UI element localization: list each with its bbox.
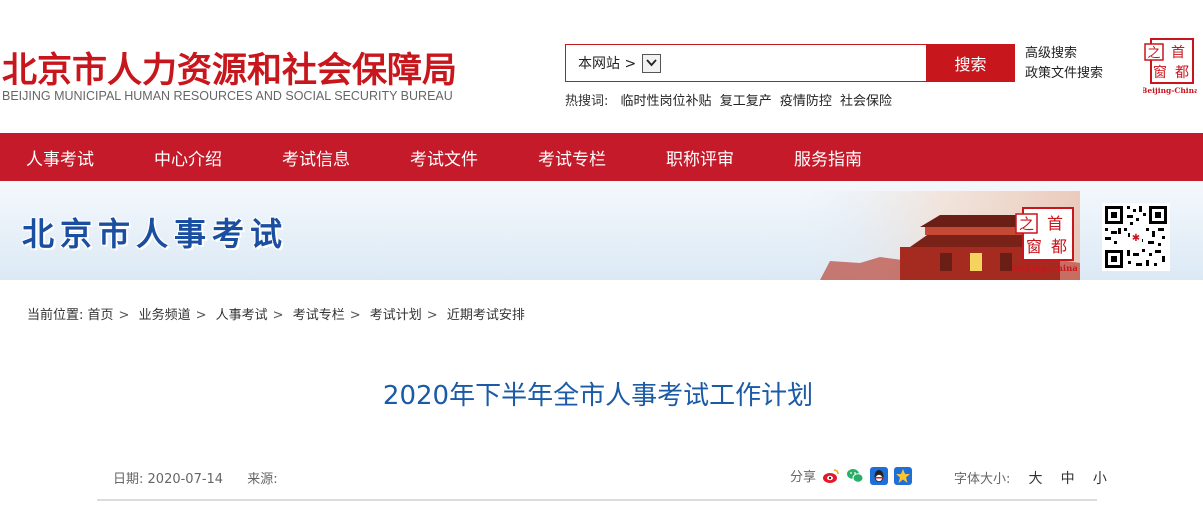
hot-search-term[interactable]: 社会保险 bbox=[840, 94, 892, 109]
breadcrumb-item[interactable]: 业务频道 bbox=[139, 308, 191, 323]
site-subtitle: BEIJING MUNICIPAL HUMAN RESOURCES AND SO… bbox=[2, 89, 453, 103]
article-meta: 日期: 2020-07-14 来源: bbox=[113, 468, 278, 487]
search-scope-label: 本网站 > bbox=[578, 56, 637, 72]
site-header: 北京市人力资源和社会保障局 BEIJING MUNICIPAL HUMAN RE… bbox=[0, 0, 1203, 133]
logo-char: 之 bbox=[1019, 215, 1034, 233]
qzone-icon[interactable] bbox=[894, 466, 913, 485]
capital-window-logo[interactable]: 之 首 窗 都 Beijing-China bbox=[1143, 38, 1197, 96]
font-size-large[interactable]: 大 bbox=[1029, 471, 1043, 487]
nav-item-exam-info[interactable]: 考试信息 bbox=[256, 133, 384, 181]
nav-item-service-guide[interactable]: 服务指南 bbox=[768, 133, 896, 181]
breadcrumb-item[interactable]: 考试计划 bbox=[370, 308, 422, 323]
nav-item-title-review[interactable]: 职称评审 bbox=[640, 133, 768, 181]
breadcrumb-item[interactable]: 考试专栏 bbox=[293, 308, 345, 323]
share-bar: 分享 bbox=[790, 466, 913, 485]
font-size-control: 字体大小: 大 中 小 bbox=[954, 468, 1107, 488]
banner: 北京市人事考试 之 首 窗 都 Beijing-China ✱ bbox=[0, 181, 1203, 280]
breadcrumb-separator: > bbox=[349, 308, 361, 323]
search-links: 高级搜索 政策文件搜索 bbox=[1025, 44, 1103, 84]
nav-item-exam-docs[interactable]: 考试文件 bbox=[384, 133, 512, 181]
hot-search-term[interactable]: 疫情防控 bbox=[780, 94, 832, 109]
qq-icon[interactable] bbox=[870, 466, 889, 485]
search-box: 本网站 > 搜索 bbox=[565, 44, 1015, 82]
logo-char: 之 bbox=[1147, 46, 1160, 61]
advanced-search-link[interactable]: 高级搜索 bbox=[1025, 44, 1103, 64]
font-size-medium[interactable]: 中 bbox=[1061, 471, 1075, 487]
qr-code-icon: ✱ bbox=[1102, 203, 1170, 271]
breadcrumb-label: 当前位置: bbox=[27, 308, 84, 323]
banner-title: 北京市人事考试 bbox=[22, 215, 289, 253]
breadcrumb-item[interactable]: 人事考试 bbox=[216, 308, 268, 323]
breadcrumb-separator: > bbox=[426, 308, 438, 323]
logo-caption: Beijing-China bbox=[1013, 264, 1077, 274]
logo-char: 窗 bbox=[1153, 64, 1167, 81]
logo-char: 都 bbox=[1175, 65, 1189, 81]
hot-search-term[interactable]: 复工复产 bbox=[720, 94, 772, 109]
svg-text:✱: ✱ bbox=[1132, 233, 1140, 244]
main-nav: 人事考试 中心介绍 考试信息 考试文件 考试专栏 职称评审 服务指南 bbox=[0, 133, 1203, 181]
breadcrumb-item[interactable]: 近期考试安排 bbox=[447, 308, 525, 323]
hot-search: 热搜词: 临时性岗位补贴 复工复产 疫情防控 社会保险 bbox=[565, 90, 896, 109]
breadcrumb-separator: > bbox=[118, 308, 130, 323]
font-size-label: 字体大小: bbox=[954, 472, 1011, 487]
nav-item-center-intro[interactable]: 中心介绍 bbox=[128, 133, 256, 181]
publish-date: 2020-07-14 bbox=[147, 472, 224, 487]
logo-char: 都 bbox=[1051, 237, 1067, 256]
weibo-icon[interactable] bbox=[822, 467, 840, 485]
search-button[interactable]: 搜索 bbox=[926, 45, 1015, 81]
wechat-icon[interactable] bbox=[846, 467, 864, 485]
search-scope[interactable]: 本网站 > bbox=[578, 53, 662, 73]
logo-caption: Beijing-China bbox=[1143, 86, 1197, 95]
nav-item-personnel-exam[interactable]: 人事考试 bbox=[0, 133, 128, 181]
hot-search-label: 热搜词: bbox=[565, 94, 609, 109]
divider bbox=[97, 499, 1097, 501]
search-input[interactable] bbox=[686, 49, 916, 77]
breadcrumb-item[interactable]: 首页 bbox=[88, 308, 114, 323]
logo-char: 首 bbox=[1171, 45, 1185, 61]
chevron-down-icon[interactable] bbox=[642, 53, 662, 73]
date-label: 日期: bbox=[113, 472, 144, 487]
breadcrumb-separator: > bbox=[195, 308, 207, 323]
hot-search-term[interactable]: 临时性岗位补贴 bbox=[621, 94, 712, 109]
logo-char: 首 bbox=[1047, 214, 1063, 233]
article-title: 2020年下半年全市人事考试工作计划 bbox=[382, 381, 814, 411]
capital-window-logo[interactable]: 之 首 窗 都 Beijing-China bbox=[1013, 206, 1077, 274]
logo-char: 窗 bbox=[1026, 237, 1042, 256]
font-size-small[interactable]: 小 bbox=[1093, 471, 1107, 487]
site-title[interactable]: 北京市人力资源和社会保障局 bbox=[2, 42, 457, 93]
nav-item-exam-column[interactable]: 考试专栏 bbox=[512, 133, 640, 181]
source-label: 来源: bbox=[247, 472, 278, 487]
breadcrumb: 当前位置: 首页 > 业务频道 > 人事考试 > 考试专栏 > 考试计划 > 近期考试安排 bbox=[27, 304, 525, 323]
share-label: 分享 bbox=[790, 470, 817, 485]
breadcrumb-separator: > bbox=[272, 308, 284, 323]
policy-search-link[interactable]: 政策文件搜索 bbox=[1025, 64, 1103, 84]
